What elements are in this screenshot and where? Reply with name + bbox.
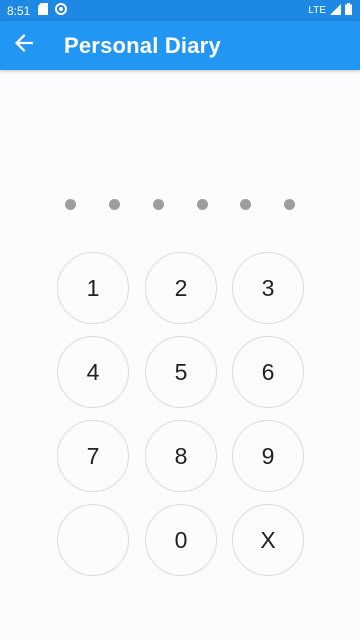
pin-dot <box>240 199 251 210</box>
network-type: LTE <box>308 5 326 16</box>
key-4[interactable]: 4 <box>57 336 129 408</box>
key-9[interactable]: 9 <box>232 420 304 492</box>
key-7[interactable]: 7 <box>57 420 129 492</box>
key-blank[interactable] <box>57 504 129 576</box>
key-0[interactable]: 0 <box>145 504 217 576</box>
sync-icon <box>55 3 68 18</box>
key-2[interactable]: 2 <box>145 252 217 324</box>
key-6[interactable]: 6 <box>232 336 304 408</box>
status-time: 8:51 <box>7 3 31 18</box>
signal-icon <box>330 3 341 18</box>
pin-dot <box>65 199 76 210</box>
key-5[interactable]: 5 <box>145 336 217 408</box>
page-title: Personal Diary <box>64 32 221 58</box>
key-clear[interactable]: X <box>232 504 304 576</box>
arrow-back-icon <box>15 34 33 57</box>
pin-dot <box>284 199 295 210</box>
pin-dot <box>109 199 120 210</box>
sd-card-icon <box>38 3 49 18</box>
key-3[interactable]: 3 <box>232 252 304 324</box>
app-bar: Personal Diary <box>0 21 360 70</box>
back-button[interactable] <box>0 22 48 70</box>
battery-icon <box>345 3 352 18</box>
key-8[interactable]: 8 <box>145 420 217 492</box>
pin-indicator <box>0 199 360 211</box>
status-bar: 8:51 LTE <box>0 0 360 21</box>
key-1[interactable]: 1 <box>57 252 129 324</box>
pin-dot <box>153 199 164 210</box>
pin-dot <box>197 199 208 210</box>
keypad: 1 2 3 4 5 6 7 8 9 0 X <box>0 0 360 640</box>
